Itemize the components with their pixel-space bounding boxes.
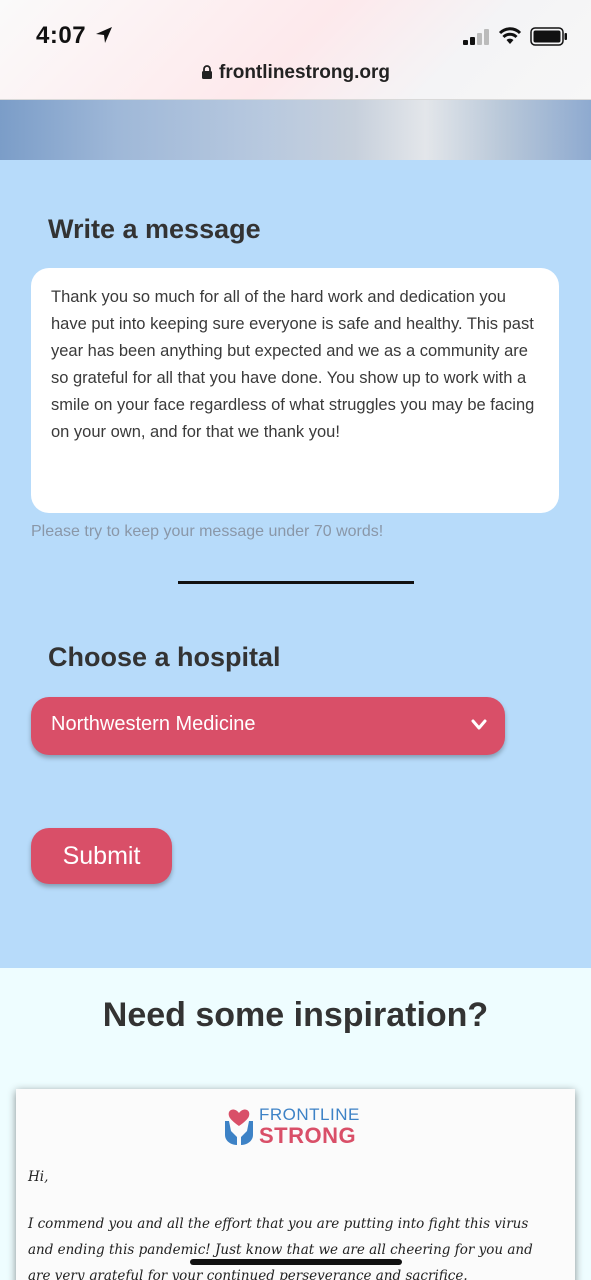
inspiration-section: Need some inspiration? FRONTLINE STRONG … (0, 968, 591, 1280)
word-limit-hint: Please try to keep your message under 70… (31, 523, 384, 540)
write-message-heading: Write a message (48, 214, 261, 244)
letter-line: are very grateful for your continued per… (28, 1268, 468, 1280)
location-arrow-icon (96, 27, 112, 43)
message-textarea[interactable]: Thank you so much for all of the hard wo… (31, 268, 559, 513)
letter-line: I commend you and all the effort that yo… (28, 1216, 529, 1232)
cellular-signal-icon (463, 29, 489, 45)
letter-greeting: Hi, (28, 1169, 49, 1185)
url-text: frontlinestrong.org (219, 62, 390, 83)
status-time: 4:07 (36, 22, 87, 49)
address-bar[interactable]: frontlinestrong.org (0, 62, 591, 84)
browser-top-bar: 4:07 frontlinestrong.org (0, 0, 591, 100)
inspiration-heading: Need some inspiration? (102, 996, 489, 1034)
lock-icon (202, 65, 212, 79)
section-divider (178, 581, 414, 584)
chevron-down-icon (471, 719, 487, 730)
message-form: Write a message Thank you so much for al… (0, 160, 591, 968)
submit-button[interactable]: Submit (31, 828, 172, 884)
home-indicator[interactable] (190, 1259, 402, 1265)
battery-icon (530, 27, 567, 46)
logo-text-frontline: FRONTLINE (259, 1105, 360, 1124)
sample-letter-card: FRONTLINE STRONG Hi, I commend you and a… (16, 1089, 575, 1280)
choose-hospital-heading: Choose a hospital (48, 642, 281, 672)
hero-image (0, 100, 591, 160)
logo-text-strong: STRONG (259, 1123, 357, 1148)
hospital-select[interactable]: Northwestern Medicine (31, 697, 505, 755)
letter-line: and ending this pandemic! Just know that… (28, 1242, 533, 1258)
hospital-select-value: Northwestern Medicine (51, 713, 256, 735)
wifi-icon (498, 27, 522, 44)
